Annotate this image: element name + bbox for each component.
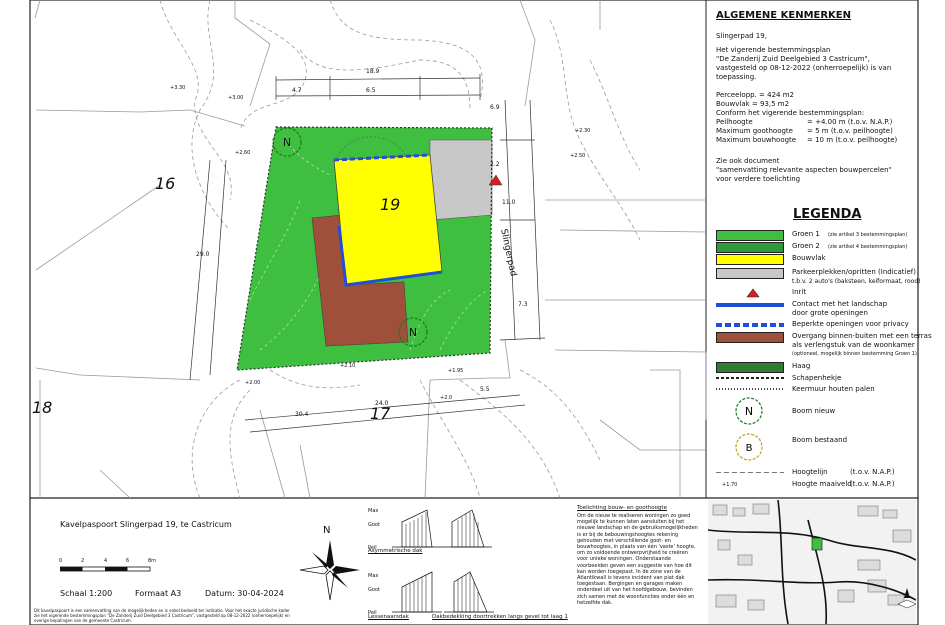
kenmerken-row-val: = 5 m (t.o.v. peilhoogte)	[807, 127, 893, 135]
kenmerken-perceel: Perceelopp. = 424 m2	[716, 91, 794, 99]
kenmerken-intro-0: Het vigerende bestemmingsplan	[716, 46, 831, 54]
dim-label: 24.0	[375, 400, 389, 407]
bouwvlak	[333, 154, 443, 286]
scale-bar	[60, 566, 151, 572]
kenmerken-address: Slingerpad 19,	[716, 32, 767, 40]
kenmerken-conform: Conform het vigerende bestemmingsplan:	[716, 109, 865, 117]
section-caption-lessenaar: Lessenaarsdak	[368, 614, 409, 620]
contour-label: +3.30	[170, 85, 186, 91]
dim-label: 7.3	[518, 301, 528, 308]
section-label: Max	[368, 508, 379, 514]
kenmerken-zie-2: voor verdere toelichting	[716, 175, 801, 183]
legend-terras: Overgang binnen-buiten met een terras al…	[710, 332, 932, 362]
kenmerken-row-key: Maximum bouwhoogte	[716, 136, 797, 144]
dim-label: 30.4	[295, 411, 309, 418]
contour-label: +2.00	[245, 380, 261, 386]
legend-boom-bestaand: B Boom bestaand	[710, 432, 914, 466]
contour-label: +2.50	[570, 153, 586, 159]
contour-label: +2.60	[235, 150, 251, 156]
legend-parkeer: Parkeerplekken/opritten (Indicatief) t.b…	[710, 268, 921, 290]
legend-contact: Contact met het landschap door grote ope…	[710, 300, 914, 322]
section-label: Max	[368, 573, 379, 579]
north-label: N	[323, 525, 331, 536]
kenmerken-row-val: = 10 m (t.o.v. peilhoogte)	[807, 136, 898, 144]
titleblock-name: Kavelpaspoort Slingerpad 19, te Castricu…	[60, 520, 232, 529]
dim-label: 6.9	[490, 104, 500, 111]
titleblock-format: Formaat A3	[135, 589, 182, 598]
scale-tick: 2	[81, 558, 85, 564]
contour-label: +2.10	[340, 363, 356, 369]
titleblock-disclaimer: Dit kavelpaspoort is een samenvatting va…	[34, 608, 290, 623]
dim-label: 11.0	[502, 199, 516, 206]
kenmerken-zie-0: Zie ook document	[716, 157, 780, 165]
kenmerken-zie-1: "samenvatting relevante aspecten bouwper…	[716, 166, 892, 174]
section-label: Goot	[368, 522, 380, 528]
titleblock-date: Datum: 30-04-2024	[205, 589, 284, 598]
north-arrow-icon	[300, 540, 360, 601]
legend-maaiveld: +1.70 Hoogte maaiveld (t.o.v. N.A.P.)	[722, 480, 895, 488]
dim-label: 5.5	[480, 386, 490, 393]
parcel-label-16: 16	[155, 174, 176, 193]
scale-tick: 6	[126, 558, 130, 564]
roof-section-diagrams	[392, 509, 494, 613]
contour-label: +2.30	[575, 128, 591, 134]
section-caption-asym: Asymmetrische dak	[368, 548, 423, 554]
contour-label: +3.00	[228, 95, 244, 101]
tree-existing-icon: B	[735, 433, 763, 461]
toelichting-text: Om de nieuw te realiseren woningen zo go…	[577, 513, 698, 606]
map-sheet: N N 16 17 18 19 Slingerpad 18.9 4.7 6.5 …	[0, 0, 945, 625]
legenda-title: LEGENDA	[793, 207, 862, 222]
scale-tick: 4	[104, 558, 108, 564]
legend-boom-nieuw: N Boom nieuw	[710, 396, 914, 430]
section-label: Goot	[368, 587, 380, 593]
dim-label: 2.2	[490, 161, 500, 168]
toelichting-title: Toelichting bouw- en goothoogte	[577, 505, 667, 511]
kenmerken-intro-2: vastgesteld op 08-12-2022 (onherroepelij…	[716, 64, 892, 72]
contour-label: +2.0	[440, 395, 453, 401]
kenmerken-intro-3: toepassing.	[716, 73, 757, 81]
dim-label: 6.5	[366, 87, 376, 94]
kenmerken-intro-1: "De Zanderij Zuid Deelgebied 3 Castricum…	[716, 55, 870, 63]
contour-label: +1.95	[448, 368, 464, 374]
kenmerken-row-key: Peilhoogte	[716, 118, 753, 126]
parkeer-area	[429, 139, 493, 221]
section-caption-dakbedekking: Dakbedekking doortrekken langs gevel tot…	[432, 614, 568, 620]
scale-tick: 0	[59, 558, 63, 564]
kenmerken-row-key: Maximum goothoogte	[716, 127, 793, 135]
kenmerken-bouwvlak: Bouwvlak = 93,5 m2	[716, 100, 790, 108]
kenmerken-row-val: = +4.00 m (t.o.v. N.A.P.)	[807, 118, 893, 126]
location-minimap	[708, 500, 916, 624]
svg-text:N: N	[745, 405, 753, 418]
svg-text:B: B	[746, 443, 753, 454]
dim-label: 29.0	[196, 251, 210, 258]
titleblock-scale: Schaal 1:200	[60, 589, 113, 598]
dim-label: 18.9	[366, 68, 380, 75]
dim-label: 4.7	[292, 87, 302, 94]
parcel-label-18: 18	[32, 398, 53, 417]
svg-text:N: N	[283, 136, 291, 149]
kenmerken-title: ALGEMENE KENMERKEN	[716, 10, 851, 21]
svg-text:N: N	[409, 326, 417, 339]
scale-tick: 8m	[148, 558, 157, 564]
parcel-label-19: 19	[380, 195, 401, 214]
legend-bouwvlak: Bouwvlak	[710, 254, 914, 268]
tree-new-icon: N	[735, 397, 763, 425]
